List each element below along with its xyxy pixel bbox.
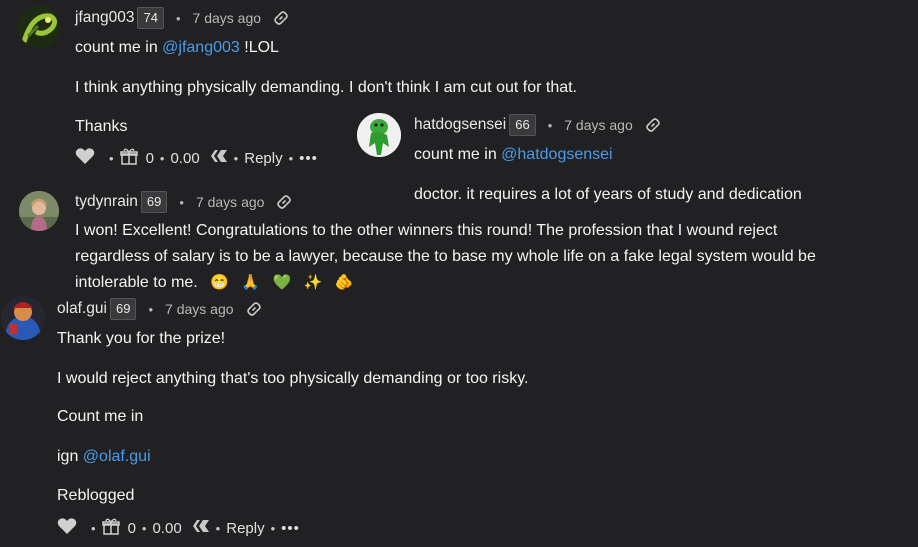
hive-icon [192,519,210,537]
avatar[interactable] [18,6,60,48]
link-icon[interactable] [273,10,289,26]
comment-text: count me in [414,146,502,163]
mention-link[interactable]: @hatdogsensei [501,146,612,163]
comment-text: ign [57,448,83,465]
separator: • [109,150,114,166]
vote-count: 0 [127,519,136,537]
comment-line: regardless of salary is to be a lawyer, … [75,248,816,265]
separator: • [547,117,553,133]
timestamp[interactable]: 7 days ago [193,10,262,26]
timestamp[interactable]: 7 days ago [165,301,234,317]
reputation-badge: 66 [509,114,536,136]
comment-header: olaf.gui 69 • 7 days ago [57,298,262,320]
reputation-badge: 69 [109,298,137,320]
more-options-icon[interactable]: ••• [281,520,300,537]
avatar[interactable] [1,296,45,340]
mention-link[interactable]: @jfang003 [162,39,240,56]
separator: • [175,10,181,26]
mention-link[interactable]: @olaf.gui [83,448,151,465]
gift-icon[interactable] [119,147,138,169]
username[interactable]: hatdogsensei [414,116,506,134]
comment-paragraph: doctor. it requires a lot of years of st… [414,186,802,203]
pray-emoji: 🙏 [241,274,261,291]
green-heart-emoji: 💚 [272,274,292,291]
grin-emoji: 😁 [210,274,229,291]
hive-icon [210,149,228,167]
separator: • [159,150,165,166]
separator: • [215,520,221,536]
username[interactable]: jfang003 [75,9,134,27]
avatar[interactable] [357,113,401,157]
timestamp[interactable]: 7 days ago [564,117,633,133]
comment-paragraph: I think anything physically demanding. I… [75,79,577,96]
comment-paragraph: count me in @hatdogsensei [414,142,613,168]
gift-icon[interactable] [101,517,120,539]
comment-text: !LOL [239,39,279,56]
comment-header: jfang003 74 • 7 days ago [75,7,289,29]
separator: • [141,520,147,536]
comment-actions: • 0 • 0.00 • Reply • ••• [57,517,300,539]
comment-paragraph: count me in @jfang003 !LOL [75,35,279,61]
separator: • [148,301,154,317]
reputation-badge: 74 [137,7,164,29]
link-icon[interactable] [645,117,661,133]
comment-text: intolerable to me. [75,274,198,291]
vote-count: 0 [145,149,154,167]
comment-text: count me in [75,39,163,56]
comment-header: hatdogsensei 66 • 7 days ago [414,114,661,136]
payout-value[interactable]: 0.00 [152,520,181,537]
link-icon[interactable] [246,301,262,317]
heart-icon[interactable] [75,147,95,169]
separator: • [270,520,276,536]
comment-line: intolerable to me. 😁 🙏 💚 ✨ 🫵 [75,270,353,296]
separator: • [91,520,96,536]
comment-paragraph: Reblogged [57,487,135,504]
comment-paragraph: Thank you for the prize! [57,330,226,347]
link-icon[interactable] [276,194,292,210]
reply-button[interactable]: Reply [226,520,264,537]
comment-line: I won! Excellent! Congratulations to the… [75,222,778,239]
username[interactable]: olaf.gui [57,300,107,318]
sparkles-emoji: ✨ [303,274,323,291]
separator: • [179,194,184,210]
payout-value[interactable]: 0.00 [170,150,199,167]
hand-emoji: 🫵 [334,274,354,291]
comment-paragraph: ign @olaf.gui [57,444,151,470]
reply-button[interactable]: Reply [244,150,282,167]
heart-icon[interactable] [57,517,77,539]
comment-actions: • 0 • 0.00 • Reply • ••• [75,147,318,169]
avatar[interactable] [19,191,59,231]
comment-header: tydynrain 69 • 7 days ago [75,191,292,213]
timestamp[interactable]: 7 days ago [196,194,265,210]
comment-paragraph: I would reject anything that's too physi… [57,370,529,387]
separator: • [233,150,239,166]
separator: • [288,150,294,166]
more-options-icon[interactable]: ••• [299,150,318,167]
comment-paragraph: Thanks [75,118,128,135]
comment-paragraph: Count me in [57,408,144,425]
username[interactable]: tydynrain [75,193,138,211]
reputation-badge: 69 [140,191,168,213]
